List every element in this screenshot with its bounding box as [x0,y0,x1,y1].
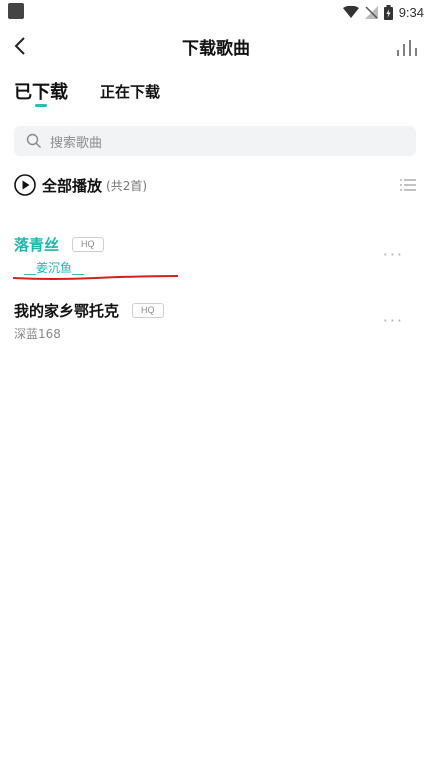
page-title: 下载歌曲 [182,39,250,59]
active-tab-indicator [35,104,47,107]
song-item-2[interactable]: 我的家乡鄂托克 HQ 深蓝168 ··· [14,299,418,349]
top-bar: 下载歌曲 [0,24,432,68]
play-all-button[interactable]: 全部播放 [42,175,102,196]
status-bar: 9:34 [0,0,432,24]
song-title: 我的家乡鄂托克 [14,301,120,320]
battery-icon [383,4,393,20]
equalizer-icon[interactable] [394,36,418,58]
play-all-row: 全部播放 (共2首) [14,172,418,198]
song-title: 落青丝 [14,235,60,254]
quality-badge: HQ [132,302,164,318]
tab-downloaded-label: 已下载 [14,82,68,103]
song-artist: 深蓝168 [14,327,61,341]
list-manage-icon[interactable] [398,175,418,195]
search-icon [26,133,41,148]
download-tabs: 已下载 正在下载 [14,78,160,112]
play-circle-icon[interactable] [14,174,36,196]
tab-downloaded[interactable]: 已下载 [14,78,68,107]
clock: 9:34 [398,4,424,20]
red-annotation-underline [12,275,179,280]
more-options-button[interactable]: ··· [383,245,404,264]
song-count: (共2首) [106,178,148,193]
tab-downloading[interactable]: 正在下载 [100,81,160,102]
notification-icon [8,3,24,19]
wifi-icon [342,6,359,18]
tab-downloading-label: 正在下载 [100,83,161,101]
status-indicators: 9:34 [342,3,424,21]
search-input[interactable]: 搜索歌曲 [14,126,416,156]
quality-badge: HQ [72,236,104,252]
search-placeholder: 搜索歌曲 [50,135,103,151]
no-signal-icon [364,5,378,19]
more-options-button[interactable]: ··· [383,311,404,330]
